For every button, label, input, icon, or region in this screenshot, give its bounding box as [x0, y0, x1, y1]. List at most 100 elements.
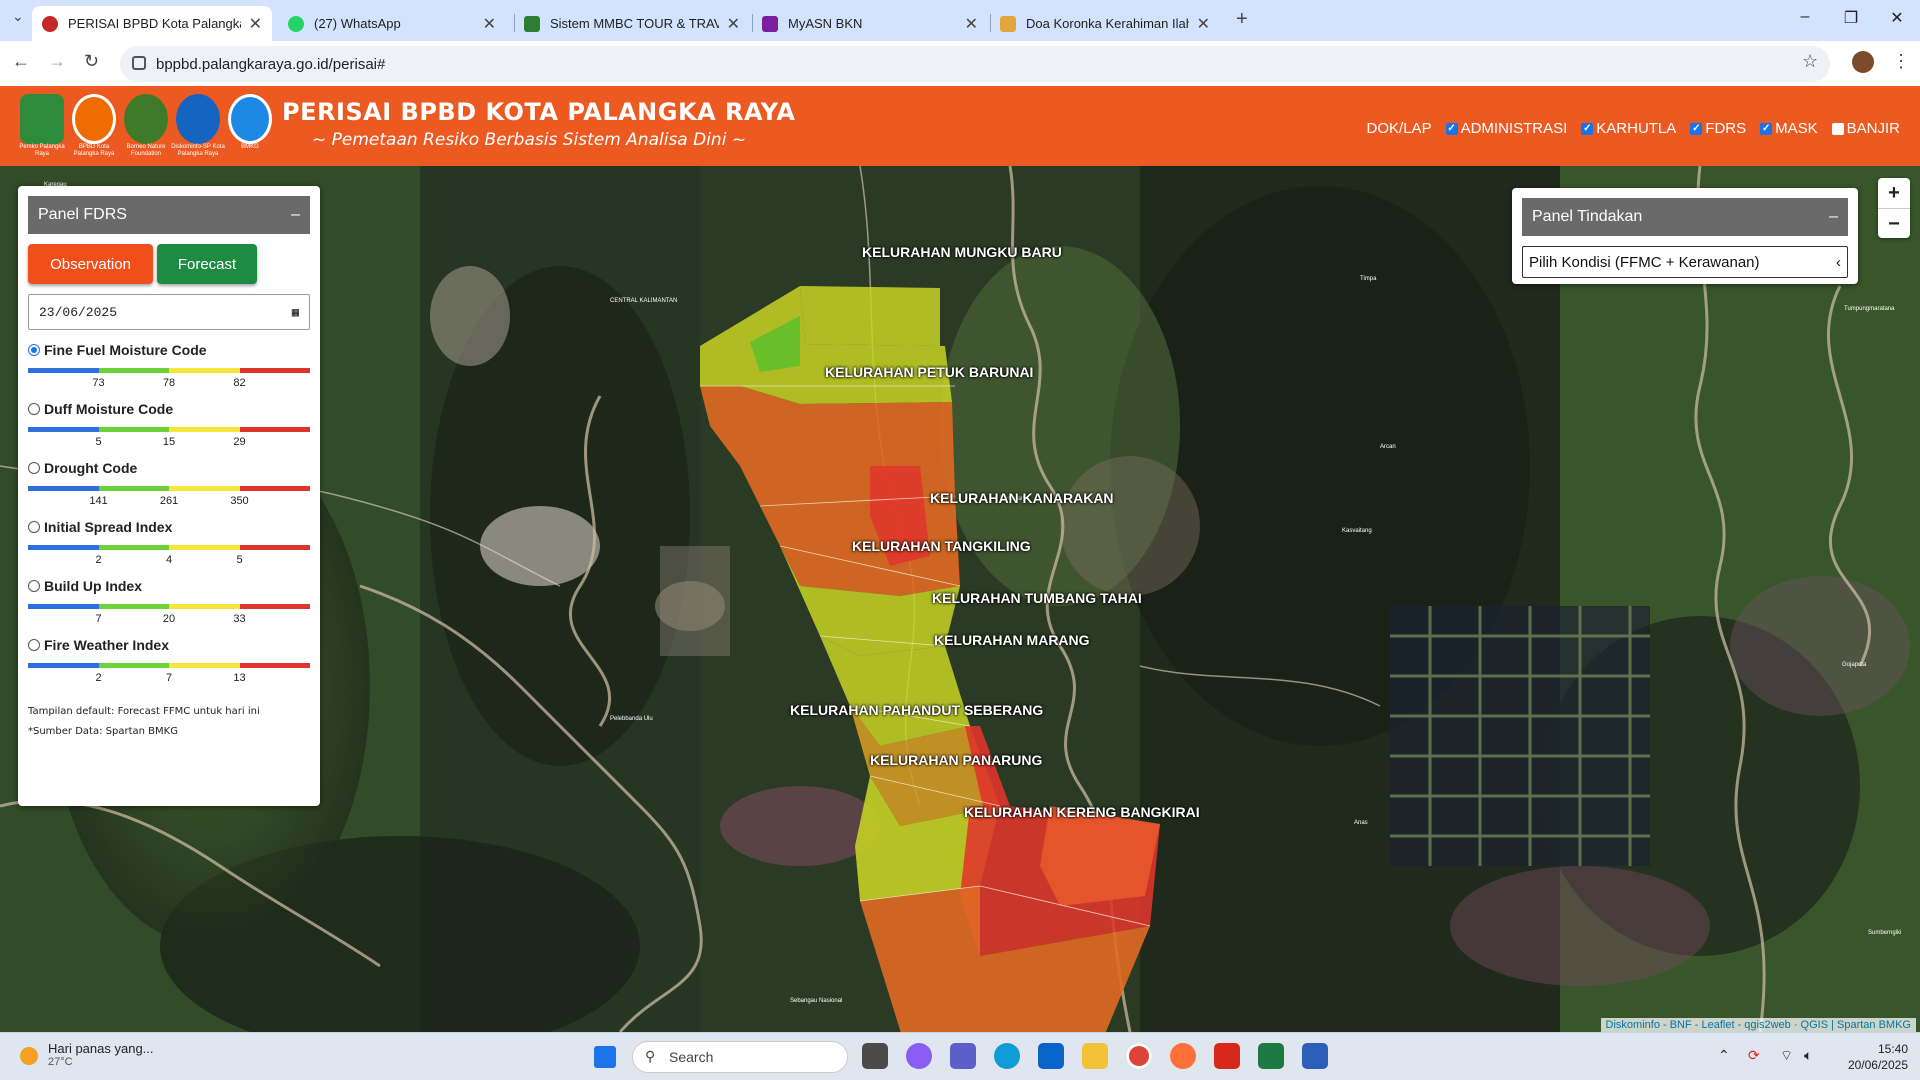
acrobat-icon[interactable] [1214, 1043, 1240, 1069]
collapse-icon[interactable]: – [1829, 208, 1838, 226]
window-close-icon[interactable]: ✕ [1874, 8, 1920, 28]
index-label: Fine Fuel Moisture Code [44, 342, 207, 358]
checkbox-banjir[interactable] [1831, 122, 1844, 135]
forward-icon[interactable]: → [48, 51, 66, 72]
nav-doklap[interactable]: DOK/LAP [1367, 120, 1432, 137]
reload-icon[interactable]: ↻ [84, 51, 99, 72]
tab-perisai[interactable]: PERISAI BPBD Kota Palangka Ra ✕ [32, 6, 272, 41]
firefox-icon[interactable] [1170, 1043, 1196, 1069]
diskominfo-logo [176, 94, 220, 144]
calendar-icon[interactable]: ▦ [292, 305, 299, 320]
map-attribution[interactable]: Diskominfo - BNF - Leaflet - qgis2web · … [1600, 1018, 1916, 1032]
nav-banjir[interactable]: BANJIR [1831, 120, 1900, 137]
sync-icon[interactable]: ⟳ [1748, 1047, 1760, 1064]
scale-tick-label: 82 [233, 377, 246, 389]
tab-search-icon[interactable]: ⌄ [12, 8, 24, 25]
copilot-icon[interactable] [906, 1043, 932, 1069]
word-icon[interactable] [1302, 1043, 1328, 1069]
excel-icon[interactable] [1258, 1043, 1284, 1069]
outlook-icon[interactable] [1038, 1043, 1064, 1069]
minimize-icon[interactable]: – [1782, 8, 1828, 26]
nav-fdrs[interactable]: ✓ FDRS [1690, 120, 1746, 137]
nav-administrasi[interactable]: ✓ ADMINISTRASI [1445, 120, 1567, 137]
kelurahan-mungku-baru[interactable] [800, 286, 940, 346]
close-icon[interactable]: ✕ [727, 14, 740, 34]
panel-note: Tampilan default: Forecast FFMC untuk ha… [28, 702, 310, 742]
back-icon[interactable]: ← [12, 51, 30, 72]
collapse-icon[interactable]: – [291, 206, 300, 224]
checkbox-karhutla[interactable]: ✓ [1581, 122, 1594, 135]
close-icon[interactable]: ✕ [249, 14, 262, 34]
task-view-icon[interactable] [862, 1043, 888, 1069]
label-tumbang-tahai: KELURAHAN TUMBANG TAHAI [932, 590, 1142, 606]
close-icon[interactable]: ✕ [483, 14, 496, 34]
scale-tick-label: 261 [159, 495, 179, 507]
pemko-logo [20, 94, 64, 144]
volume-icon[interactable]: 🔈︎ [1804, 1047, 1812, 1064]
index-radio[interactable] [28, 462, 40, 474]
menu-kebab-icon[interactable]: ⋮ [1892, 51, 1910, 72]
taskbar-search[interactable]: ⚲ Search [632, 1041, 848, 1073]
site-info-icon[interactable] [132, 56, 146, 70]
scale-tick-label: 78 [162, 377, 176, 389]
action-panel-header[interactable]: Panel Tindakan – [1522, 198, 1848, 236]
app-title: PERISAI BPBD KOTA PALANGKA RAYA [282, 98, 796, 126]
weather-widget[interactable]: Hari panas yang... 27°C [20, 1041, 154, 1068]
index-radio[interactable] [28, 521, 40, 533]
index-radio[interactable] [28, 403, 40, 415]
bmkg-logo [228, 94, 272, 144]
tab-whatsapp[interactable]: (27) WhatsApp ✕ [278, 6, 506, 41]
tab-myasn[interactable]: MyASN BKN ✕ [752, 6, 988, 41]
fdrs-index-item[interactable]: Initial Spread Index 2 4 5 [28, 519, 310, 566]
date-input[interactable]: 23/06/2025 ▦ [28, 294, 310, 330]
new-tab-icon[interactable]: + [1236, 8, 1248, 31]
scale-tick-label: 2 [95, 672, 102, 684]
zoom-out-button[interactable]: − [1878, 208, 1910, 238]
checkbox-mask[interactable]: ✓ [1760, 122, 1773, 135]
fdrs-index-item[interactable]: Duff Moisture Code 5 15 29 [28, 401, 310, 448]
profile-avatar[interactable] [1852, 51, 1874, 73]
clock-date: 20/06/2025 [1847, 1058, 1908, 1072]
condition-select[interactable]: Pilih Kondisi (FFMC + Kerawanan) ‹ [1522, 246, 1848, 278]
nav-mask[interactable]: ✓ MASK [1760, 120, 1818, 137]
weather-icon [20, 1047, 38, 1065]
nav-karhutla[interactable]: ✓ KARHUTLA [1581, 120, 1676, 137]
zoom-control: + − [1878, 178, 1910, 238]
tab-doa[interactable]: Doa Koronka Kerahiman Ilahi Y ✕ [990, 6, 1220, 41]
tab-mmbc[interactable]: Sistem MMBC TOUR & TRAVEL ✕ [514, 6, 750, 41]
taskbar-clock[interactable]: 15:40 20/06/2025 [1848, 1041, 1908, 1073]
close-icon[interactable]: ✕ [965, 14, 978, 34]
scale-tick-label: 5 [236, 554, 243, 566]
place-label: CENTRAL KALIMANTAN [610, 298, 678, 304]
forecast-button[interactable]: Forecast [157, 244, 257, 284]
label-panarung: KELURAHAN PANARUNG [870, 752, 1043, 768]
map-canvas[interactable]: Karegau Timpa Arcan Kasvaitang Anas Tump… [0, 166, 1920, 1032]
url-text: bppbd.palangkaraya.go.id/perisai# [156, 55, 386, 73]
wifi-icon[interactable]: ⌔ [1780, 1047, 1793, 1065]
fdrs-index-item[interactable]: Fine Fuel Moisture Code 73 78 82 [28, 342, 310, 389]
chrome-icon[interactable] [1126, 1043, 1152, 1069]
place-label: Arcan [1380, 444, 1396, 450]
index-radio[interactable] [28, 580, 40, 592]
observation-button[interactable]: Observation [28, 244, 153, 284]
fdrs-index-item[interactable]: Drought Code 141 261 350 [28, 460, 310, 507]
chevron-up-icon[interactable]: ⌃ [1718, 1047, 1730, 1064]
fdrs-panel-header[interactable]: Panel FDRS – [28, 196, 310, 234]
windows-start-icon[interactable] [594, 1046, 616, 1068]
restore-icon[interactable]: ❐ [1828, 8, 1874, 28]
checkbox-administrasi[interactable]: ✓ [1445, 122, 1458, 135]
search-placeholder: Search [669, 1049, 714, 1065]
fdrs-index-item[interactable]: Fire Weather Index 2 7 13 [28, 637, 310, 684]
address-bar[interactable]: bppbd.palangkaraya.go.id/perisai# [120, 46, 1830, 82]
checkbox-fdrs[interactable]: ✓ [1690, 122, 1703, 135]
bookmark-star-icon[interactable]: ☆ [1802, 51, 1818, 72]
zoom-in-button[interactable]: + [1878, 178, 1910, 208]
close-icon[interactable]: ✕ [1197, 14, 1210, 34]
file-explorer-icon[interactable] [1082, 1043, 1108, 1069]
edge-icon[interactable] [994, 1043, 1020, 1069]
index-radio[interactable] [28, 344, 40, 356]
fdrs-index-item[interactable]: Build Up Index 7 20 33 [28, 578, 310, 625]
teams-icon[interactable] [950, 1043, 976, 1069]
scale-tick-label: 29 [233, 436, 246, 448]
index-radio[interactable] [28, 639, 40, 651]
